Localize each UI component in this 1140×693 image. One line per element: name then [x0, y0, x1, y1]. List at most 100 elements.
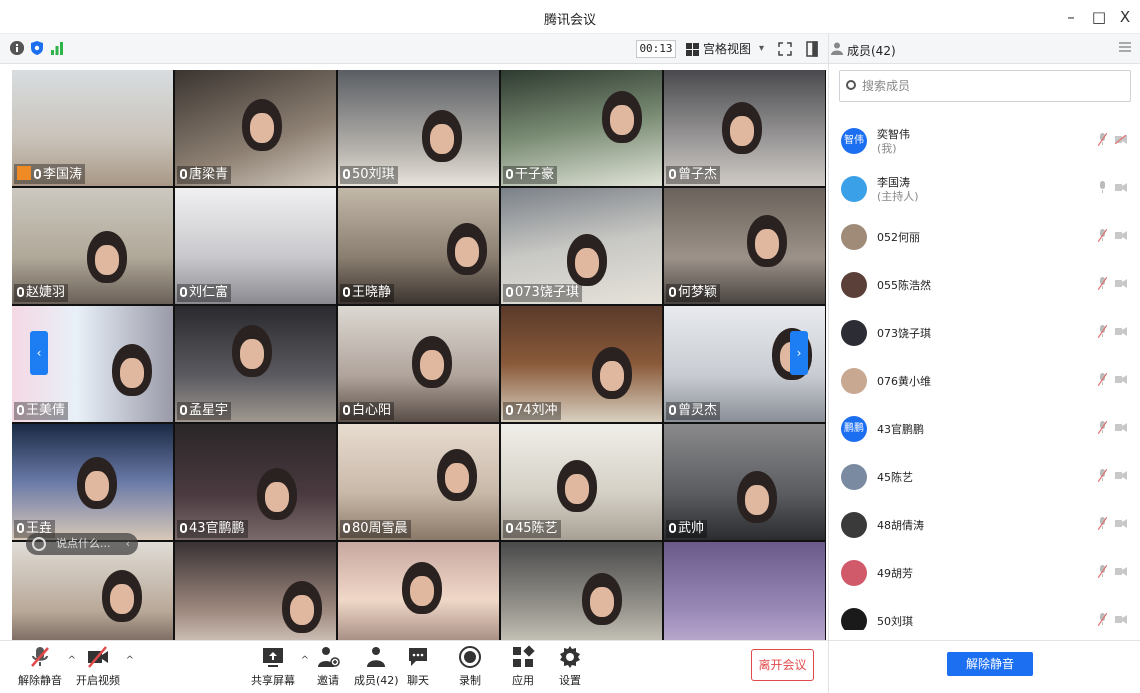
mic-icon	[506, 169, 513, 179]
member-row[interactable]: 48胡倩涛	[829, 504, 1140, 552]
video-tile[interactable]: 武帅	[664, 424, 825, 540]
view-mode-dropdown[interactable]: 宫格视图 ▾	[686, 39, 764, 59]
member-row[interactable]: 智伟 奕智伟 (我)	[829, 120, 1140, 168]
video-tile[interactable]: 45陈艺	[501, 424, 662, 540]
chat-input-pill[interactable]: 说点什么... ‹	[26, 533, 138, 555]
maximize-button[interactable]: □	[1088, 6, 1110, 28]
signal-icon[interactable]	[50, 41, 64, 55]
member-row[interactable]: 073饶子琪	[829, 312, 1140, 360]
member-row[interactable]: 076黄小维	[829, 360, 1140, 408]
member-row[interactable]: 50刘琪	[829, 600, 1140, 630]
video-tile[interactable]: 073饶子琪	[501, 188, 662, 304]
participant-face	[565, 474, 589, 504]
video-icon[interactable]	[1115, 471, 1127, 480]
fullscreen-icon[interactable]	[778, 42, 792, 59]
video-tile[interactable]: 白心阳	[338, 306, 499, 422]
video-tile[interactable]: 干子豪	[501, 70, 662, 186]
video-tile[interactable]: 李国涛	[12, 70, 173, 186]
unmute-all-button[interactable]: 解除静音	[947, 652, 1033, 676]
muted-mic-icon[interactable]	[1098, 613, 1107, 626]
members-button[interactable]: 成员(42)	[354, 645, 399, 688]
muted-mic-icon	[28, 645, 52, 669]
video-tile[interactable]: 何梦颖	[664, 188, 825, 304]
video-tile[interactable]: 赵婕羽	[12, 188, 173, 304]
video-tile[interactable]: 80周雪晨	[338, 424, 499, 540]
member-name: 055陈浩然	[877, 279, 931, 292]
sidepanel-toggle-icon[interactable]	[806, 41, 818, 60]
participant-name-label: 白心阳	[340, 402, 395, 420]
video-icon[interactable]	[1115, 519, 1127, 528]
leave-meeting-button[interactable]: 离开会议	[751, 649, 814, 681]
next-page-button[interactable]: ›	[790, 331, 808, 375]
prev-page-button[interactable]: ‹	[30, 331, 48, 375]
panel-menu-icon[interactable]	[1119, 42, 1131, 52]
meeting-toolbar: 00:13 宫格视图 ▾	[0, 34, 828, 64]
host-badge-icon	[17, 166, 31, 180]
video-tile[interactable]: 刘仁富	[175, 188, 336, 304]
view-mode-label: 宫格视图	[703, 42, 752, 56]
muted-mic-icon[interactable]	[1098, 565, 1107, 578]
start-video-button[interactable]: 开启视频 ^	[76, 645, 134, 688]
muted-mic-icon[interactable]	[1098, 517, 1107, 530]
record-button[interactable]: 录制	[458, 645, 482, 688]
video-icon[interactable]	[1115, 279, 1127, 288]
info-icon[interactable]	[10, 41, 24, 55]
participant-name: 何梦颖	[678, 285, 718, 300]
participant-face	[610, 105, 634, 135]
video-tile[interactable]: 孟星宇	[175, 306, 336, 422]
chat-button[interactable]: 聊天	[406, 645, 430, 688]
member-row[interactable]: 45陈艺	[829, 456, 1140, 504]
member-row[interactable]: 鹏鹏 43官鹏鹏	[829, 408, 1140, 456]
muted-mic-icon[interactable]	[1098, 421, 1107, 434]
mic-icon	[506, 287, 513, 297]
video-icon[interactable]	[1115, 615, 1127, 624]
mic-icon[interactable]	[1098, 181, 1107, 194]
member-row[interactable]: 李国涛 (主持人)	[829, 168, 1140, 216]
shield-icon[interactable]	[30, 41, 44, 55]
unmute-label: 解除静音	[18, 674, 62, 687]
mute-options-caret[interactable]: ^	[68, 655, 76, 666]
video-tile[interactable]: 曾子杰	[664, 70, 825, 186]
muted-mic-icon[interactable]	[1098, 133, 1107, 146]
video-icon[interactable]	[1115, 567, 1127, 576]
unmute-button[interactable]: 解除静音 ^	[18, 645, 76, 688]
video-tile[interactable]: 43官鹏鹏	[175, 424, 336, 540]
video-icon[interactable]	[1115, 231, 1127, 240]
muted-mic-icon[interactable]	[1098, 373, 1107, 386]
video-tile[interactable]: 王垚	[12, 424, 173, 540]
invite-button[interactable]: 邀请	[316, 645, 340, 688]
member-row[interactable]: 052何丽	[829, 216, 1140, 264]
video-off-icon[interactable]	[1115, 135, 1127, 144]
video-icon[interactable]	[1115, 327, 1127, 336]
member-row[interactable]: 49胡芳	[829, 552, 1140, 600]
member-search-input[interactable]: 搜索成员	[839, 70, 1131, 102]
video-tile[interactable]: 唐梁青	[175, 70, 336, 186]
mic-icon	[17, 523, 24, 533]
mic-icon	[669, 287, 676, 297]
members-panel: 成员(42) 搜索成员 智伟 奕智伟 (我) 李国涛 (主持人) 052何丽 055陈浩然 0…	[828, 34, 1140, 693]
participant-name: 43官鹏鹏	[189, 521, 245, 536]
video-tile[interactable]: 王晓静	[338, 188, 499, 304]
muted-mic-icon[interactable]	[1098, 277, 1107, 290]
member-row[interactable]: 055陈浩然	[829, 264, 1140, 312]
video-options-caret[interactable]: ^	[126, 655, 134, 666]
avatar: 智伟	[841, 128, 867, 154]
muted-mic-icon[interactable]	[1098, 325, 1107, 338]
video-icon[interactable]	[1115, 183, 1127, 192]
muted-mic-icon[interactable]	[1098, 469, 1107, 482]
share-options-caret[interactable]: ^	[301, 655, 309, 666]
video-icon[interactable]	[1115, 423, 1127, 432]
video-tile[interactable]: 74刘冲	[501, 306, 662, 422]
minimize-button[interactable]: –	[1060, 6, 1082, 28]
close-button[interactable]: X	[1114, 6, 1136, 28]
participant-name-label: 赵婕羽	[14, 284, 69, 302]
apps-button[interactable]: 应用	[511, 645, 535, 688]
participant-face	[755, 229, 779, 259]
share-screen-button[interactable]: 共享屏幕 ^	[251, 645, 309, 688]
bottom-toolbar: 解除静音 ^ 开启视频 ^ 共享屏幕 ^ 邀请 成员(42) 聊天 录制 应用 …	[0, 640, 828, 693]
settings-button[interactable]: 设置	[558, 645, 582, 688]
muted-mic-icon[interactable]	[1098, 229, 1107, 242]
video-icon[interactable]	[1115, 375, 1127, 384]
video-tile[interactable]: 50刘琪	[338, 70, 499, 186]
collapse-icon[interactable]: ‹	[126, 533, 130, 555]
